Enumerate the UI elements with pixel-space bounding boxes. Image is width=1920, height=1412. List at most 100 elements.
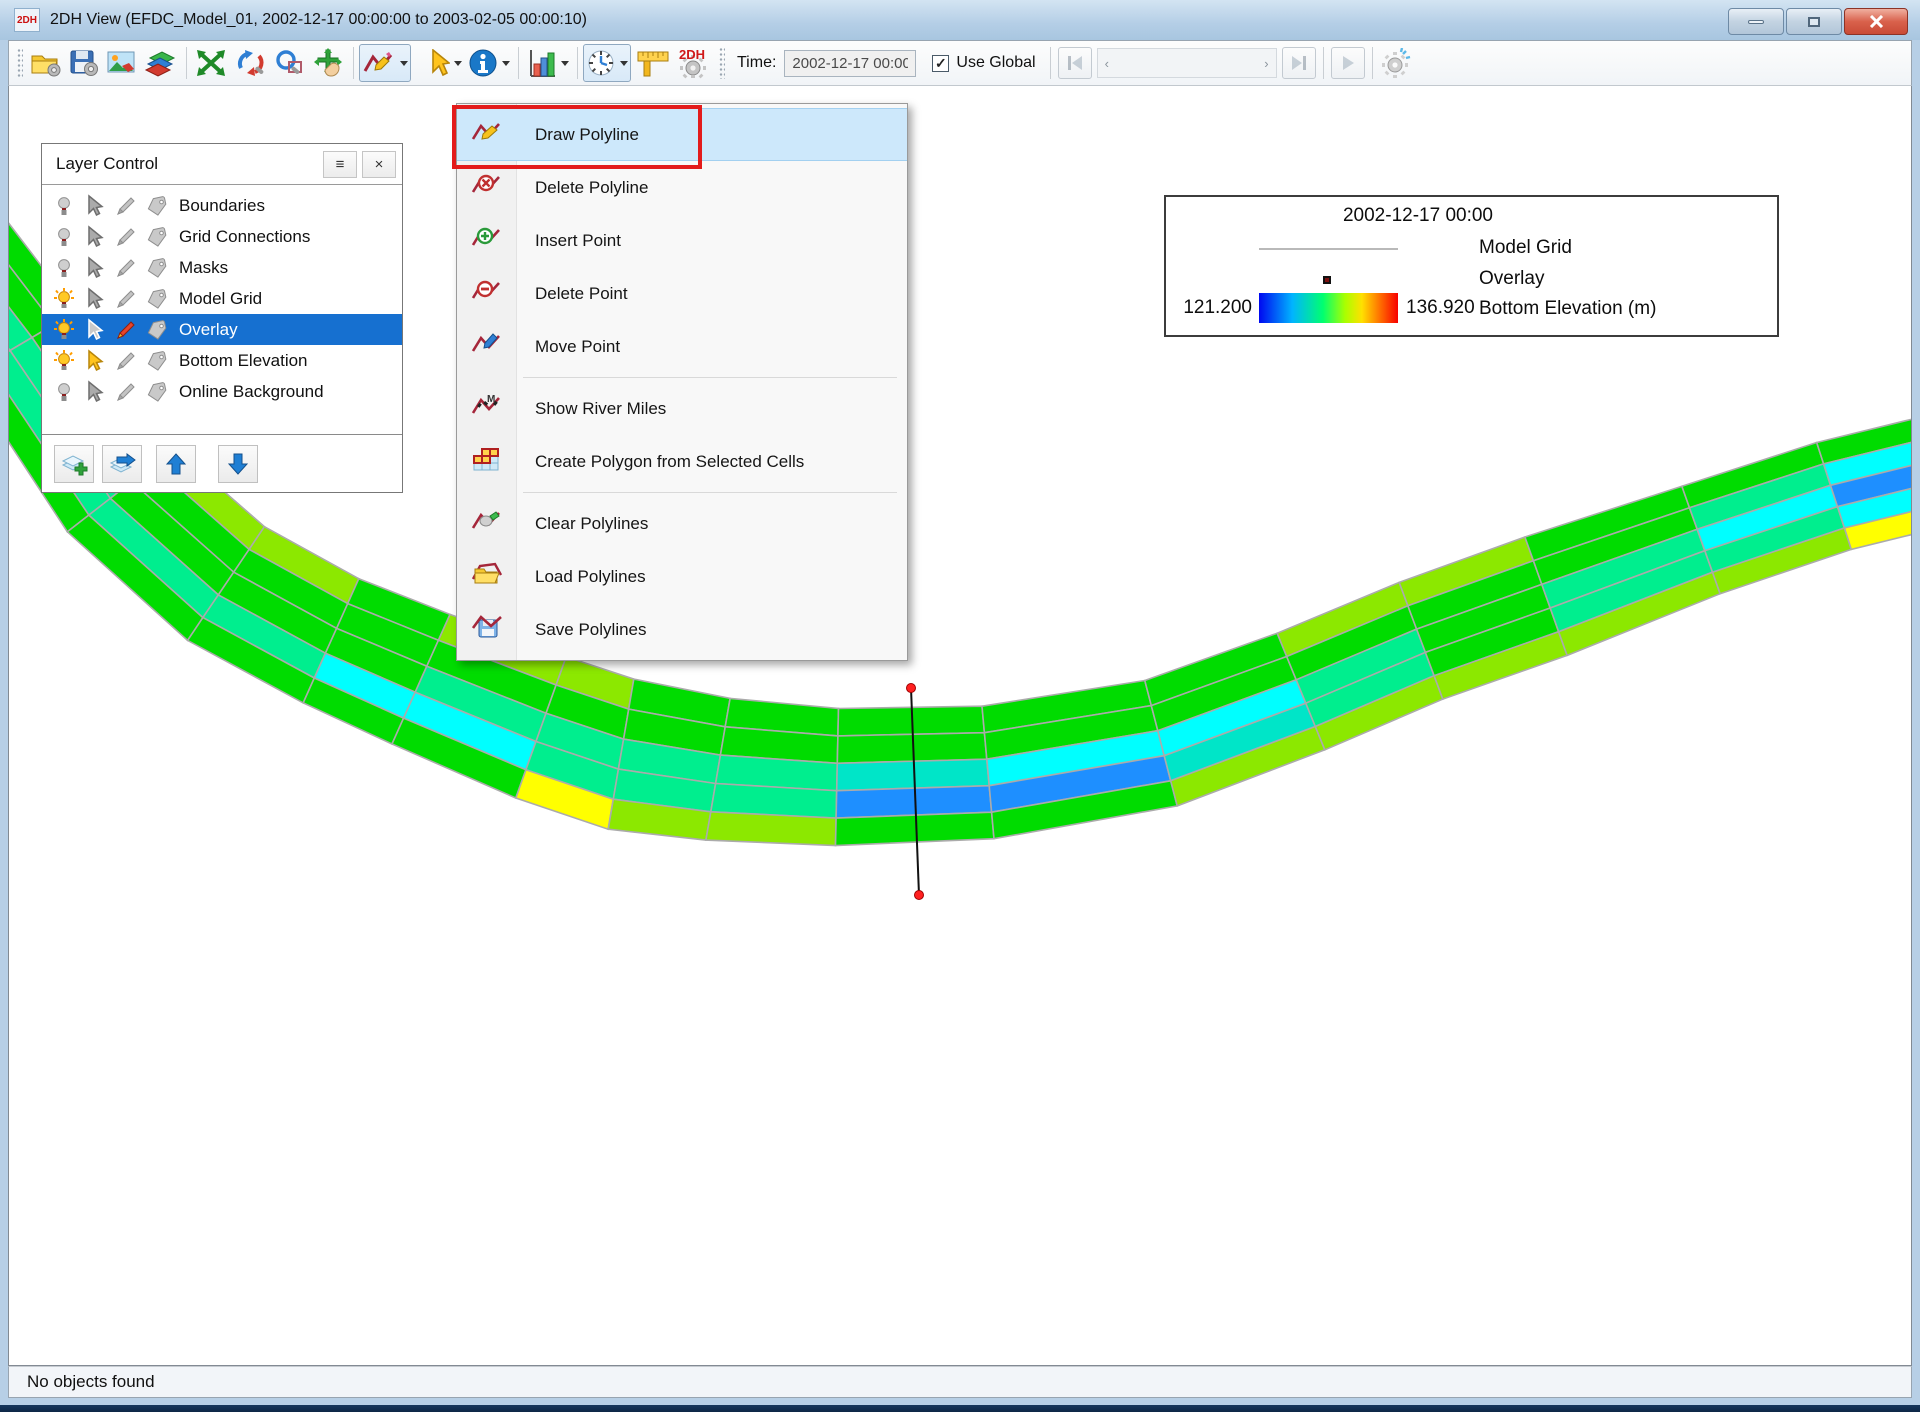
skip-end-icon xyxy=(1290,55,1308,71)
time-scrollbar[interactable]: ‹› xyxy=(1097,48,1277,78)
scroll-right-icon[interactable]: › xyxy=(1257,56,1275,71)
menu-item-delete-polyline[interactable]: Delete Polyline xyxy=(457,161,907,214)
layer-tag-icon[interactable] xyxy=(145,318,169,342)
menu-item-delete-point[interactable]: Delete Point xyxy=(457,267,907,320)
layer-tag-icon[interactable] xyxy=(145,256,169,280)
restore-button[interactable] xyxy=(1786,8,1842,35)
layer-edit-pencil-icon[interactable] xyxy=(114,349,138,373)
main-toolbar: 2DH Time: ✓ Use Global ‹› xyxy=(8,40,1912,86)
minimize-button[interactable] xyxy=(1728,8,1784,35)
layer-tag-icon[interactable] xyxy=(145,225,169,249)
clock-tool-button[interactable] xyxy=(583,44,631,82)
menu-item-clear-polylines[interactable]: Clear Polylines xyxy=(457,497,907,550)
layer-edit-pencil-icon[interactable] xyxy=(114,225,138,249)
dropdown-arrow-icon[interactable] xyxy=(454,61,462,66)
close-button[interactable] xyxy=(1844,8,1908,35)
map-canvas[interactable]: Layer Control ≡ × Boundaries Grid Connect… xyxy=(8,86,1912,1366)
menu-item-draw-polyline[interactable]: Draw Polyline xyxy=(457,108,907,161)
measure-button[interactable] xyxy=(631,44,673,82)
layer-edit-pencil-icon[interactable] xyxy=(114,318,138,342)
layer-select-cursor-icon[interactable] xyxy=(83,194,107,218)
first-frame-button[interactable] xyxy=(1058,47,1092,79)
menu-separator xyxy=(523,377,897,378)
polyline-tool-button[interactable] xyxy=(359,44,411,82)
layer-label: Boundaries xyxy=(179,196,265,216)
layer-row-overlay[interactable]: Overlay xyxy=(42,314,402,345)
dropdown-arrow-icon[interactable] xyxy=(502,61,510,66)
visibility-on-bulb-icon[interactable] xyxy=(52,349,76,373)
layer-select-cursor-icon[interactable] xyxy=(83,287,107,311)
layer-row-boundaries[interactable]: Boundaries xyxy=(42,190,402,221)
layer-tag-icon[interactable] xyxy=(145,380,169,404)
dropdown-arrow-icon[interactable] xyxy=(620,61,628,66)
polyline-vertex-handle[interactable] xyxy=(907,684,916,693)
use-global-checkbox[interactable]: ✓ xyxy=(932,55,949,72)
play-icon xyxy=(1340,55,1356,71)
layers-button[interactable] xyxy=(141,44,181,82)
layer-row-masks[interactable]: Masks xyxy=(42,252,402,283)
layer-row-grid-connections[interactable]: Grid Connections xyxy=(42,221,402,252)
dropdown-arrow-icon[interactable] xyxy=(400,61,408,66)
visibility-on-bulb-icon[interactable] xyxy=(52,287,76,311)
dropdown-arrow-icon[interactable] xyxy=(561,61,569,66)
layer-row-model-grid[interactable]: Model Grid xyxy=(42,283,402,314)
menu-item-save-polylines[interactable]: Save Polylines xyxy=(457,603,907,656)
open-button[interactable] xyxy=(27,44,65,82)
layer-select-cursor-icon[interactable] xyxy=(83,380,107,404)
info-tool-button[interactable] xyxy=(465,44,513,82)
layer-menu-button[interactable]: ≡ xyxy=(323,151,357,178)
layer-row-online-background[interactable]: Online Background xyxy=(42,376,402,407)
visibility-off-bulb-icon[interactable] xyxy=(52,256,76,280)
visibility-off-bulb-icon[interactable] xyxy=(52,194,76,218)
minimize-icon xyxy=(1748,20,1764,24)
last-frame-button[interactable] xyxy=(1282,47,1316,79)
menu-item-move-point[interactable]: Move Point xyxy=(457,320,907,373)
polyline-vertex-handle[interactable] xyxy=(915,891,924,900)
visibility-on-bulb-icon[interactable] xyxy=(52,318,76,342)
delete-polyline-icon xyxy=(471,172,505,203)
layer-tag-icon[interactable] xyxy=(145,349,169,373)
menu-item-load-polylines[interactable]: Load Polylines xyxy=(457,550,907,603)
layer-select-cursor-icon[interactable] xyxy=(83,256,107,280)
layer-edit-pencil-icon[interactable] xyxy=(114,287,138,311)
svg-text:M: M xyxy=(487,394,495,405)
refresh-view-button[interactable] xyxy=(230,44,270,82)
convert-layer-button[interactable] xyxy=(102,445,142,483)
layer-label: Overlay xyxy=(179,320,238,340)
menu-item-river-miles[interactable]: MShow River Miles xyxy=(457,382,907,435)
export-image-button[interactable] xyxy=(103,44,141,82)
play-button[interactable] xyxy=(1331,47,1365,79)
layer-control-header[interactable]: Layer Control ≡ × xyxy=(42,144,402,185)
visibility-off-bulb-icon[interactable] xyxy=(52,380,76,404)
pan-button[interactable] xyxy=(308,44,348,82)
zoom-extent-button[interactable] xyxy=(192,44,230,82)
chart-tool-button[interactable] xyxy=(524,44,572,82)
polyline-segment[interactable] xyxy=(911,688,919,895)
layer-tag-icon[interactable] xyxy=(145,194,169,218)
layer-edit-pencil-icon[interactable] xyxy=(114,380,138,404)
move-layer-down-button[interactable] xyxy=(218,445,258,483)
refresh-icon xyxy=(233,48,267,78)
layer-row-bottom-elevation[interactable]: Bottom Elevation xyxy=(42,345,402,376)
menu-separator xyxy=(523,492,897,493)
layer-select-cursor-icon[interactable] xyxy=(83,318,107,342)
layer-select-cursor-icon[interactable] xyxy=(83,349,107,373)
visibility-off-bulb-icon[interactable] xyxy=(52,225,76,249)
scroll-left-icon[interactable]: ‹ xyxy=(1098,56,1116,71)
menu-item-insert-point[interactable]: Insert Point xyxy=(457,214,907,267)
save-button[interactable] xyxy=(65,44,103,82)
layer-close-button[interactable]: × xyxy=(362,151,396,178)
layer-edit-pencil-icon[interactable] xyxy=(114,256,138,280)
layer-label: Masks xyxy=(179,258,228,278)
2dh-settings-button[interactable]: 2DH xyxy=(673,44,713,82)
time-input[interactable] xyxy=(784,50,916,77)
move-layer-up-button[interactable] xyxy=(156,445,196,483)
layer-edit-pencil-icon[interactable] xyxy=(114,194,138,218)
layer-select-cursor-icon[interactable] xyxy=(83,225,107,249)
layer-tag-icon[interactable] xyxy=(145,287,169,311)
menu-item-create-polygon[interactable]: Create Polygon from Selected Cells xyxy=(457,435,907,488)
select-tool-button[interactable] xyxy=(425,44,465,82)
animation-settings-button[interactable] xyxy=(1378,44,1416,82)
zoom-window-button[interactable] xyxy=(270,44,308,82)
add-layer-button[interactable] xyxy=(54,445,94,483)
